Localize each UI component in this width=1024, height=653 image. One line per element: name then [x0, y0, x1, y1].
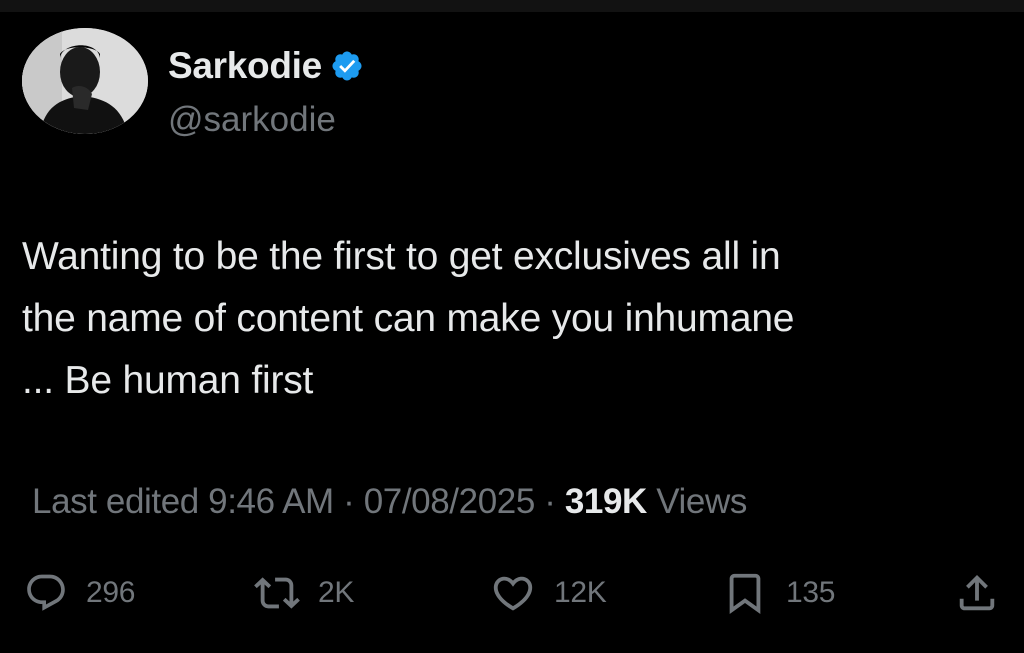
avatar-photo — [22, 28, 148, 134]
like-button[interactable]: 12K — [490, 565, 607, 621]
bookmark-icon — [722, 570, 768, 616]
verified-badge-icon — [330, 49, 364, 83]
repost-count: 2K — [318, 576, 355, 609]
avatar[interactable] — [22, 28, 148, 134]
repost-button[interactable]: 2K — [254, 565, 354, 621]
share-button[interactable] — [954, 565, 1000, 621]
views-count: 319K — [564, 482, 647, 521]
repost-icon — [254, 570, 300, 616]
action-bar: 296 2K 12K 135 — [0, 565, 1024, 621]
author-display-name[interactable]: Sarkodie — [168, 45, 322, 87]
like-count: 12K — [554, 576, 607, 609]
heart-icon — [490, 570, 536, 616]
bookmark-count: 135 — [786, 576, 836, 609]
meta-separator: · — [343, 482, 355, 521]
bookmark-button[interactable]: 135 — [722, 565, 835, 621]
edited-label[interactable]: Last edited — [32, 482, 199, 521]
reply-icon — [24, 571, 68, 615]
tweet-time[interactable]: 9:46 AM — [208, 482, 334, 521]
author-handle[interactable]: @sarkodie — [168, 100, 336, 140]
author-name-row[interactable]: Sarkodie — [168, 44, 364, 88]
top-bar — [0, 0, 1024, 12]
reply-button[interactable]: 296 — [24, 565, 135, 621]
meta-separator: · — [544, 482, 556, 521]
views-label: Views — [656, 482, 747, 521]
share-icon — [954, 570, 1000, 616]
tweet-meta: Last edited 9:46 AM · 07/08/2025 · 319K … — [32, 480, 747, 524]
tweet-text: Wanting to be the first to get exclusive… — [22, 235, 795, 402]
tweet-date[interactable]: 07/08/2025 — [364, 482, 536, 521]
reply-count: 296 — [86, 576, 136, 609]
